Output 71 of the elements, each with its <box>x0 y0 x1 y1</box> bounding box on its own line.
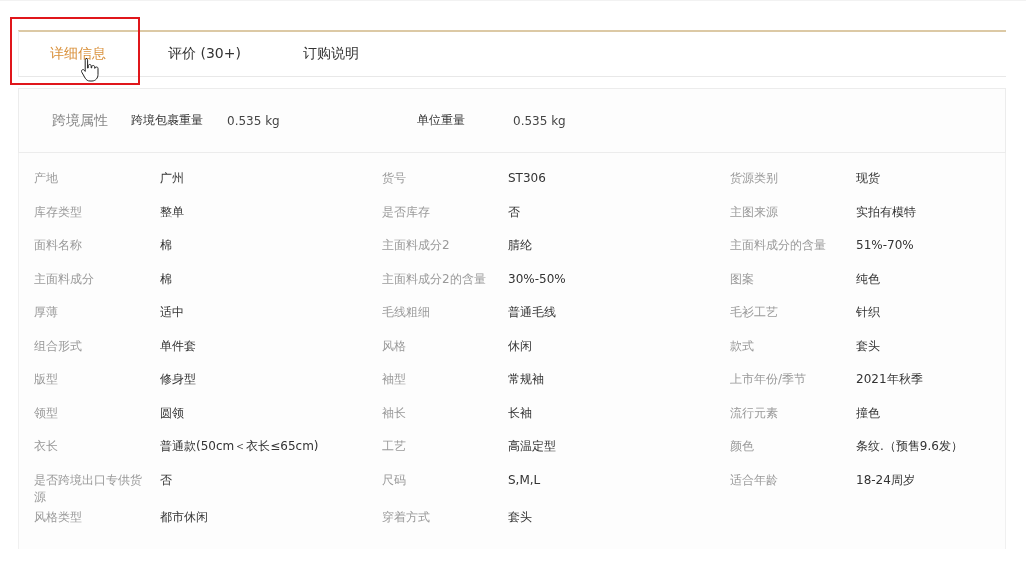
attribute-label: 颜色 <box>730 439 754 453</box>
attribute-label: 主面料成分2 <box>382 238 450 252</box>
attribute-value: 实拍有模特 <box>856 204 916 219</box>
attribute-label: 产地 <box>34 171 58 185</box>
attribute-value: 51%-70% <box>856 238 914 252</box>
attribute-label: 适合年龄 <box>730 472 778 487</box>
attribute-value: 都市休闲 <box>160 509 208 524</box>
attribute-value: 整单 <box>160 204 184 219</box>
attribute-label: 主面料成分 <box>34 271 94 286</box>
attribute-value: 套头 <box>856 338 880 353</box>
attribute-label: 领型 <box>34 405 58 420</box>
tab[interactable]: 订购说明 <box>271 32 390 76</box>
field-label: 跨境包裹重量 <box>131 112 204 129</box>
attribute-value: 18-24周岁 <box>856 472 915 487</box>
attribute-label: 版型 <box>34 372 58 386</box>
attribute-value: 圆领 <box>160 405 184 420</box>
attribute-label: 衣长 <box>34 439 58 453</box>
attribute-label: 上市年份/季节 <box>730 372 807 386</box>
attribute-value: 长袖 <box>508 405 532 420</box>
attribute-value: 常规袖 <box>508 372 544 386</box>
attribute-label: 主图来源 <box>730 204 778 219</box>
attribute-label: 货号 <box>382 171 406 185</box>
attribute-value: 修身型 <box>160 372 196 386</box>
field-label: 单位重量 <box>417 112 466 129</box>
attribute-label: 库存类型 <box>34 204 82 219</box>
attribute-value: 现货 <box>856 171 880 185</box>
attribute-label: 袖长 <box>382 405 406 420</box>
attribute-value: 广州 <box>160 171 184 185</box>
attribute-label: 穿着方式 <box>382 509 430 524</box>
attribute-label: 风格类型 <box>34 509 82 524</box>
attribute-value: 撞色 <box>856 405 880 420</box>
attribute-value: 条纹.（预售9.6发） <box>856 439 963 453</box>
attribute-value: 适中 <box>160 305 184 319</box>
tab[interactable]: 评价 (30+) <box>137 32 272 76</box>
attribute-value: 否 <box>508 204 520 219</box>
attribute-label: 毛衫工艺 <box>730 305 778 319</box>
attribute-value: 套头 <box>508 509 532 524</box>
attribute-label: 尺码 <box>382 472 406 487</box>
attribute-label: 是否跨境出口专供货源 <box>34 472 142 504</box>
attribute-label: 风格 <box>382 338 406 353</box>
attribute-label: 厚薄 <box>34 305 58 319</box>
attribute-value: 棉 <box>160 271 172 286</box>
attribute-label: 货源类别 <box>730 171 778 185</box>
attribute-value: 休闲 <box>508 338 532 353</box>
attribute-value: 2021年秋季 <box>856 372 923 386</box>
attribute-label: 面料名称 <box>34 238 82 252</box>
attribute-label: 款式 <box>730 338 754 353</box>
attribute-label: 毛线粗细 <box>382 305 430 319</box>
attribute-value: ST306 <box>508 171 546 185</box>
attribute-value: 否 <box>160 472 172 487</box>
attribute-value: 普通款(50cm＜衣长≤65cm) <box>160 439 319 453</box>
attribute-value: 针织 <box>856 305 880 319</box>
attribute-value: 30%-50% <box>508 271 566 286</box>
attribute-label: 图案 <box>730 271 754 286</box>
attribute-value: 普通毛线 <box>508 305 556 319</box>
attribute-label: 流行元素 <box>730 405 778 420</box>
attribute-label: 主面料成分的含量 <box>730 238 826 252</box>
attribute-label: 主面料成分2的含量 <box>382 271 486 286</box>
attribute-value: 腈纶 <box>508 238 532 252</box>
attribute-value: 纯色 <box>856 271 880 286</box>
field-value: 0.535 kg <box>513 113 567 128</box>
attribute-label: 组合形式 <box>34 338 82 353</box>
attribute-value: 单件套 <box>160 338 196 353</box>
attribute-label: 工艺 <box>382 439 406 453</box>
attribute-value: S,M,L <box>508 472 541 487</box>
attribute-value: 棉 <box>160 238 172 252</box>
attribute-label: 袖型 <box>382 372 406 386</box>
attribute-value: 高温定型 <box>508 439 556 453</box>
section-title: 跨境属性 <box>51 111 109 130</box>
field-value: 0.535 kg <box>227 113 281 128</box>
attribute-label: 是否库存 <box>382 204 430 219</box>
